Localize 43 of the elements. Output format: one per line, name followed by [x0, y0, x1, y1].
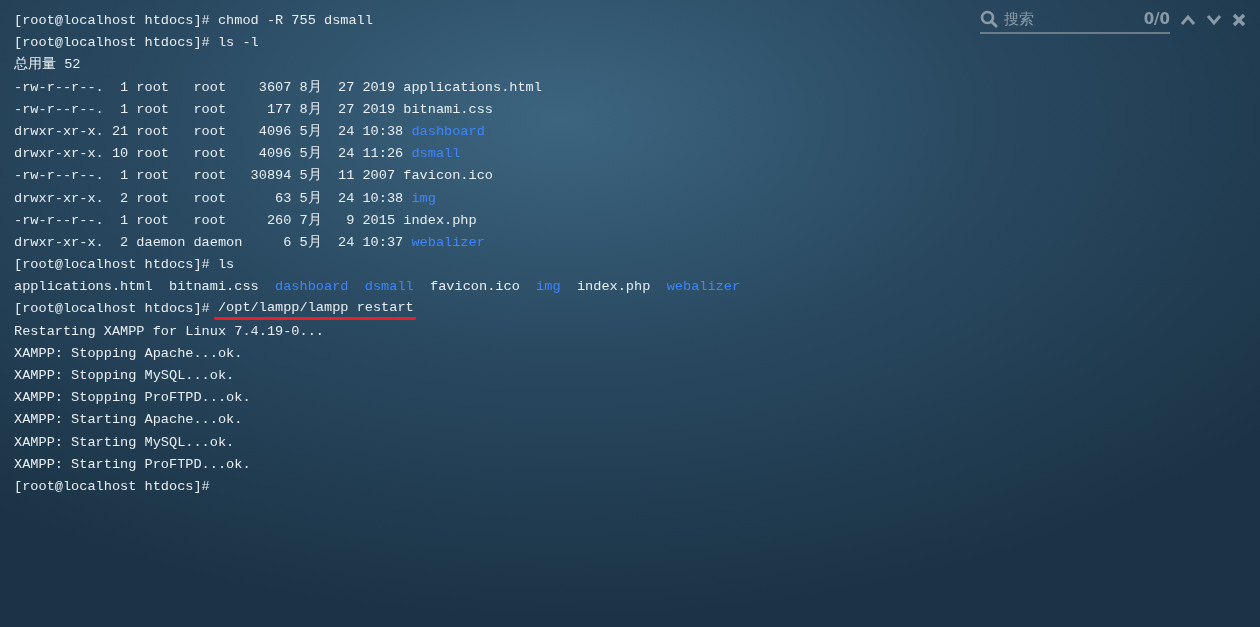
search-field[interactable]: 搜索 0/0 [980, 6, 1170, 34]
directory-name: webalizer [411, 233, 485, 252]
underlined-command: /opt/lampp/lampp restart [213, 298, 416, 321]
terminal-text: drwxr-xr-x. 10 root root 4096 5月 24 11:26 [14, 145, 405, 164]
terminal-text: Restarting XAMPP for Linux 7.4.19-0... [14, 322, 324, 341]
terminal-text: -rw-r--r--. 1 root root 177 8月 27 2019 bitnami.css [14, 100, 493, 119]
directory-name: dashboard [411, 122, 485, 141]
terminal-text: XAMPP: Starting MySQL...ok. [14, 433, 235, 452]
terminal-text: -rw-r--r--. 1 root root 260 7月 9 2015 index.php [14, 211, 477, 230]
search-input[interactable]: 搜索 [1004, 10, 1104, 28]
terminal-text: drwxr-xr-x. 2 daemon daemon 6 5月 24 10:37 [14, 233, 405, 252]
terminal-text: [root@localhost htdocs]# chmod -R 755 dsmall [14, 12, 373, 30]
search-icon [980, 10, 998, 28]
next-match-button[interactable] [1206, 14, 1222, 26]
directory-name: webalizer [666, 278, 741, 297]
terminal-text: XAMPP: Stopping MySQL...ok. [14, 367, 235, 385]
terminal-text: [root@localhost htdocs]# ls -l [14, 34, 259, 53]
chevron-up-icon [1180, 14, 1196, 26]
terminal-text: XAMPP: Starting ProFTPD...ok. [14, 455, 251, 474]
directory-name: dsmall [364, 278, 414, 297]
terminal-text: XAMPP: Starting Apache...ok. [14, 411, 243, 430]
close-icon [1232, 13, 1246, 27]
directory-name: dsmall [411, 145, 461, 164]
terminal-text: drwxr-xr-x. 21 root root 4096 5月 24 10:38 [14, 122, 405, 141]
terminal-text: XAMPP: Stopping ProFTPD...ok. [14, 389, 251, 408]
terminal-text: index.php [575, 278, 652, 297]
match-count: 0/0 [1143, 10, 1170, 28]
directory-name: dashboard [275, 278, 349, 297]
terminal-text: [root@localhost htdocs]# [14, 300, 211, 319]
terminal-text: [root@localhost htdocs]# ls [14, 256, 235, 275]
directory-name: img [536, 278, 561, 297]
close-button[interactable] [1232, 13, 1246, 27]
previous-match-button[interactable] [1180, 14, 1196, 26]
terminal-text: drwxr-xr-x. 2 root root 63 5月 24 10:38 [14, 189, 405, 208]
directory-name: img [411, 189, 436, 208]
chevron-down-icon [1206, 14, 1222, 26]
terminal-text: -rw-r--r--. 1 root root 3607 8月 27 2019 applications.html [14, 78, 542, 97]
terminal-text: XAMPP: Stopping Apache...ok. [14, 344, 243, 363]
terminal-text: [root@localhost htdocs]# [14, 477, 210, 496]
terminal-text: 总用量 52 [14, 55, 81, 75]
terminal-text: applications.html bitnami.css [14, 278, 260, 297]
terminal-text: -rw-r--r--. 1 root root 30894 5月 11 2007 favicon.ico [14, 167, 493, 186]
terminal-text: favicon.ico [429, 278, 521, 297]
